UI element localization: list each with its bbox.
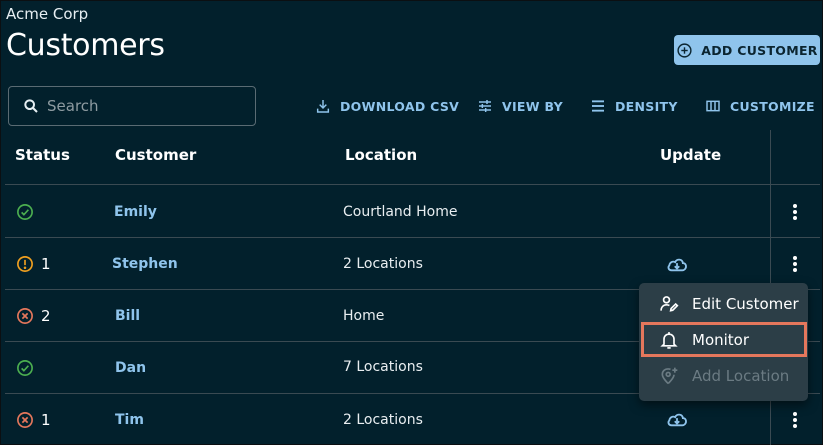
menu-item-edit-customer[interactable]: Edit Customer [639,286,808,322]
error-circle-icon [17,412,33,428]
download-csv-label: DOWNLOAD CSV [340,98,460,114]
row-divider [5,237,820,238]
columns-icon [706,100,720,112]
edit-user-icon [660,296,679,312]
customize-label: CUSTOMIZE [730,98,815,114]
density-label: DENSITY [615,98,678,114]
menu-item-label: Edit Customer [692,295,799,313]
check-circle-icon [17,360,33,376]
add-circle-icon [677,42,692,58]
status-cell: 2 [16,307,51,325]
status-count: 1 [41,255,51,273]
org-name: Acme Corp [6,5,89,23]
more-options-icon[interactable] [788,255,802,273]
location-cell: Home [343,308,385,324]
customer-link[interactable]: Bill [115,308,140,324]
check-circle-icon [17,204,33,220]
status-cell [16,359,41,377]
customize-button[interactable]: CUSTOMIZE [705,98,815,114]
column-header-status[interactable]: Status [15,146,70,164]
warning-circle-icon [17,256,33,272]
status-count: 1 [41,411,51,429]
location-cell: 2 Locations [343,412,423,428]
search-icon [24,99,38,113]
download-icon [316,100,330,113]
bell-icon [660,332,678,349]
page-title: Customers [6,28,165,63]
status-cell: 1 [16,411,51,429]
location-cell: Courtland Home [343,204,458,220]
customer-link[interactable]: Tim [115,412,144,428]
cloud-download-icon[interactable] [666,255,688,273]
view-by-label: VIEW BY [502,98,563,114]
cloud-download-icon[interactable] [666,410,688,428]
download-csv-button[interactable]: DOWNLOAD CSV [315,98,459,114]
customer-link[interactable]: Stephen [112,256,178,272]
density-button[interactable]: DENSITY [590,98,678,114]
location-cell: 7 Locations [343,359,423,375]
column-header-location[interactable]: Location [345,146,417,164]
status-cell: 1 [16,255,51,273]
menu-item-label: Monitor [692,331,750,349]
tune-icon [479,100,491,112]
density-icon [592,100,604,112]
view-by-button[interactable]: VIEW BY [477,98,563,114]
menu-item-monitor[interactable]: Monitor [639,322,808,358]
row-context-menu: Edit Customer Monitor Add Location [639,283,808,401]
column-header-customer[interactable]: Customer [115,146,196,164]
add-customer-label: ADD CUSTOMER [701,42,818,58]
customer-link[interactable]: Emily [114,204,157,220]
menu-item-label: Add Location [692,367,790,385]
add-location-icon [661,367,678,385]
more-options-icon[interactable] [788,411,802,429]
location-cell: 2 Locations [343,256,423,272]
more-options-icon[interactable] [788,203,802,221]
search-box[interactable] [8,86,256,126]
add-customer-button[interactable]: ADD CUSTOMER [674,35,820,65]
error-circle-icon [17,308,33,324]
column-header-update[interactable]: Update [660,146,721,164]
customer-link[interactable]: Dan [115,360,146,376]
status-cell [16,203,41,221]
menu-item-add-location: Add Location [639,358,808,394]
search-input[interactable] [47,97,237,115]
header-divider [5,184,820,185]
status-count: 2 [41,307,51,325]
